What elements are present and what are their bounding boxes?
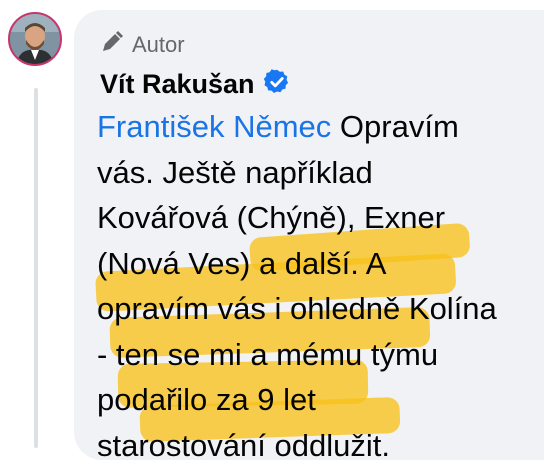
thread-line bbox=[34, 88, 38, 448]
author-badge: Autor bbox=[100, 30, 185, 59]
comment-line: (Nová Ves) a další. A bbox=[97, 245, 387, 281]
mention-link[interactable]: František Němec bbox=[97, 109, 331, 144]
comment-line: - ten se mi a mému týmu bbox=[97, 336, 439, 372]
comment-line: starostování oddlužit. bbox=[97, 427, 390, 463]
author-badge-label: Autor bbox=[132, 31, 185, 57]
avatar[interactable] bbox=[8, 12, 62, 66]
pen-icon bbox=[100, 30, 124, 59]
comment-line: vás. Ještě například bbox=[97, 154, 373, 190]
author-name[interactable]: Vít Rakušan bbox=[100, 69, 255, 100]
comment-text: František Němec Opravím vás. Ještě napřík… bbox=[97, 104, 537, 468]
verified-badge-icon bbox=[263, 68, 291, 101]
comment-line: podařilo za 9 let bbox=[97, 382, 316, 417]
comment-line: opravím vás i ohledně Kolína bbox=[97, 291, 497, 326]
comment-line: Kovářová (Chýně), Exner bbox=[97, 200, 446, 235]
comment-line: Opravím bbox=[331, 109, 459, 144]
